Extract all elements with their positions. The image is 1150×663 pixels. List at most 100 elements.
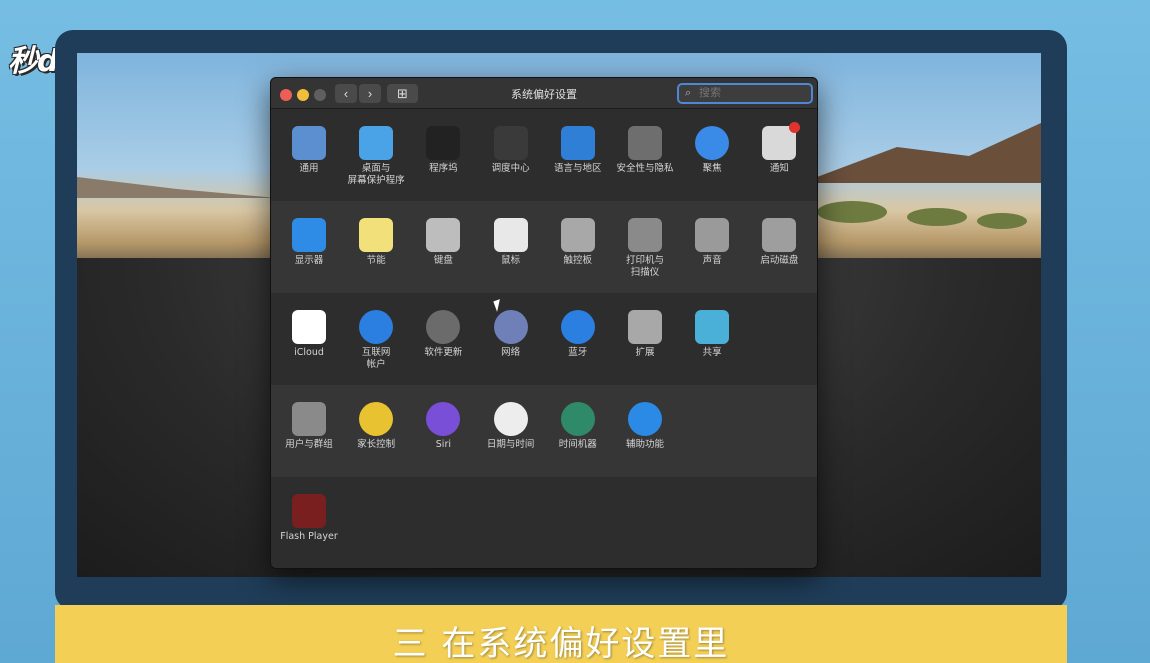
pref-pane-spotlight[interactable]: 聚焦 — [678, 126, 746, 175]
printer-icon — [628, 218, 662, 252]
sharing-icon — [695, 310, 730, 344]
pref-pane-label: 显示器 — [294, 255, 324, 266]
preference-row: 用户与群组 家长控制 Siri 日期与时间 时间机器 辅助功能 — [271, 385, 817, 477]
accessibility-icon — [628, 402, 662, 436]
wallpaper-bush — [977, 213, 1027, 229]
wallpaper-mountain — [801, 123, 1041, 183]
close-button[interactable] — [280, 89, 292, 101]
pref-pane-label: 程序坞 — [429, 163, 458, 174]
software-update-icon — [426, 310, 461, 344]
pref-pane-label: 桌面与 屏幕保护程序 — [347, 163, 405, 186]
pref-pane-label: 软件更新 — [424, 347, 463, 358]
security-privacy-icon — [628, 126, 662, 160]
zoom-button[interactable] — [314, 89, 326, 101]
pref-pane-displays[interactable]: 显示器 — [275, 218, 343, 267]
startup-disk-icon — [762, 218, 797, 252]
extensions-icon — [628, 310, 662, 344]
pref-pane-extensions[interactable]: 扩展 — [611, 310, 679, 359]
pref-pane-energy-saver[interactable]: 节能 — [342, 218, 410, 267]
search-input[interactable] — [699, 87, 804, 99]
internet-accounts-icon — [359, 310, 394, 344]
icloud-icon — [292, 310, 326, 344]
date-time-icon — [493, 402, 528, 436]
pref-pane-security-privacy[interactable]: 安全性与隐私 — [611, 126, 679, 175]
pref-pane-keyboard[interactable]: 键盘 — [409, 218, 477, 267]
pref-pane-mission-control[interactable]: 调度中心 — [477, 126, 545, 175]
wallpaper-bush — [817, 201, 887, 223]
search-field[interactable]: ⌕ — [677, 83, 813, 104]
keyboard-icon — [426, 218, 461, 252]
pref-pane-label: 安全性与隐私 — [616, 163, 674, 174]
mouse-icon — [493, 218, 528, 252]
energy-saver-icon — [359, 218, 394, 252]
pref-pane-trackpad[interactable]: 触控板 — [544, 218, 612, 267]
pref-pane-mouse[interactable]: 鼠标 — [477, 218, 545, 267]
pref-pane-startup-disk[interactable]: 启动磁盘 — [745, 218, 813, 267]
pref-pane-network[interactable]: 网络 — [477, 310, 545, 359]
pref-pane-label: 语言与地区 — [554, 163, 602, 174]
mission-control-icon — [493, 126, 528, 160]
wallpaper-bush — [907, 208, 967, 226]
desktop-screensaver-icon — [359, 126, 394, 160]
pref-pane-label: 日期与时间 — [486, 439, 535, 450]
pref-pane-time-machine[interactable]: 时间机器 — [544, 402, 612, 451]
minimize-button[interactable] — [297, 89, 309, 101]
language-region-icon — [560, 126, 595, 160]
pref-pane-label: 共享 — [702, 347, 722, 358]
parental-controls-icon — [359, 402, 394, 436]
pref-pane-sharing[interactable]: 共享 — [678, 310, 746, 359]
pref-pane-printer[interactable]: 打印机与 扫描仪 — [611, 218, 679, 279]
pref-pane-icloud[interactable]: iCloud — [275, 310, 343, 359]
forward-button[interactable]: › — [359, 84, 381, 103]
caption-text: 三 在系统偏好设置里 — [392, 624, 730, 663]
siri-icon — [426, 402, 461, 436]
preference-row: 通用 桌面与 屏幕保护程序 程序坞 调度中心 语言与地区 安全性与隐私 聚焦 通知 — [271, 109, 817, 201]
pref-pane-label: 键盘 — [433, 255, 453, 266]
pref-pane-sound[interactable]: 声音 — [678, 218, 746, 267]
pref-pane-label: 互联网 帐户 — [361, 347, 391, 370]
network-icon — [493, 310, 528, 344]
pref-pane-parental-controls[interactable]: 家长控制 — [342, 402, 410, 451]
pref-pane-internet-accounts[interactable]: 互联网 帐户 — [342, 310, 410, 371]
pref-pane-label: 时间机器 — [558, 439, 597, 450]
pref-pane-label: 辅助功能 — [625, 439, 664, 450]
preference-row: iCloud 互联网 帐户 软件更新 网络 蓝牙 扩展 共享 — [271, 293, 817, 385]
pref-pane-software-update[interactable]: 软件更新 — [409, 310, 477, 359]
preference-row: 显示器 节能 键盘 鼠标 触控板 打印机与 扫描仪 声音 启动磁盘 — [271, 201, 817, 293]
system-preferences-window: ‹ › ⊞ 系统偏好设置 ⌕ 通用 桌面与 屏幕保护程序 程序坞 调度中心 语言与地区 安… — [270, 77, 818, 569]
back-button[interactable]: ‹ — [335, 84, 357, 103]
trackpad-icon — [560, 218, 595, 252]
pref-pane-label: 鼠标 — [501, 255, 521, 266]
pref-pane-users-groups[interactable]: 用户与群组 — [275, 402, 343, 451]
pref-pane-label: 节能 — [366, 255, 386, 266]
pref-pane-label: iCloud — [294, 347, 324, 358]
pref-pane-label: 启动磁盘 — [760, 255, 799, 266]
pref-pane-bluetooth[interactable]: 蓝牙 — [544, 310, 612, 359]
pref-pane-label: 网络 — [501, 347, 521, 358]
pref-pane-notifications[interactable]: 通知 — [745, 122, 813, 175]
pref-pane-general[interactable]: 通用 — [275, 126, 343, 175]
pref-pane-label: 声音 — [702, 255, 722, 266]
show-all-button[interactable]: ⊞ — [387, 84, 418, 103]
pref-pane-label: 通用 — [299, 163, 319, 174]
pref-pane-label: 家长控制 — [357, 439, 396, 450]
pref-pane-language-region[interactable]: 语言与地区 — [544, 126, 612, 175]
pref-pane-dock[interactable]: 程序坞 — [409, 126, 477, 175]
pref-pane-flash-player[interactable]: Flash Player — [275, 494, 343, 543]
pref-pane-date-time[interactable]: 日期与时间 — [477, 402, 545, 451]
pref-pane-label: 触控板 — [563, 255, 593, 266]
pref-pane-label: 调度中心 — [491, 163, 530, 174]
pref-pane-label: 聚焦 — [702, 163, 722, 174]
pref-pane-desktop-screensaver[interactable]: 桌面与 屏幕保护程序 — [342, 126, 410, 187]
pref-pane-label: 打印机与 扫描仪 — [625, 255, 664, 278]
pref-pane-label: Siri — [435, 439, 451, 450]
users-groups-icon — [292, 402, 326, 436]
search-icon: ⌕ — [685, 87, 692, 99]
general-icon — [292, 126, 326, 160]
pref-pane-siri[interactable]: Siri — [409, 402, 477, 451]
notifications-icon — [762, 122, 801, 160]
notification-badge — [789, 122, 801, 133]
pref-pane-accessibility[interactable]: 辅助功能 — [611, 402, 679, 451]
dock-icon — [426, 126, 461, 160]
spotlight-icon — [695, 126, 730, 160]
